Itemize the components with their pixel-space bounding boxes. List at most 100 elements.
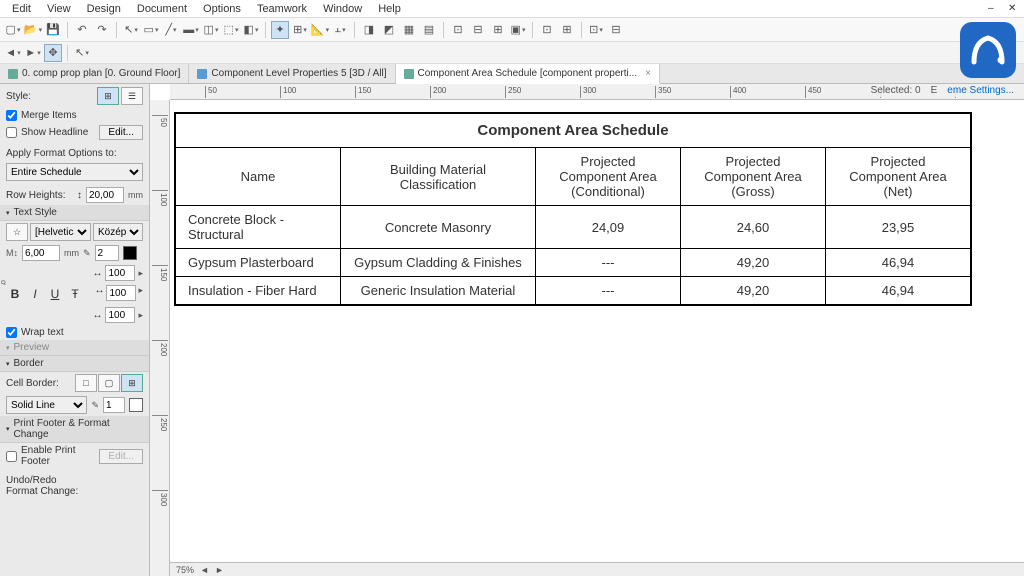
col-net[interactable]: Projected Component Area (Net) (826, 148, 971, 206)
editable-label: E (931, 85, 938, 96)
save-button[interactable]: 💾 (44, 21, 62, 39)
wrap-checkbox[interactable] (6, 327, 17, 338)
vertical-ruler: 50100150200250300 (150, 100, 170, 576)
close-button[interactable]: ✕ (1000, 1, 1020, 16)
menu-edit[interactable]: Edit (4, 1, 39, 17)
tool-o[interactable]: ⊟ (607, 21, 625, 39)
measure-button[interactable]: 📐 (311, 21, 329, 39)
menu-help[interactable]: Help (370, 1, 409, 17)
redo-button[interactable]: ↷ (93, 21, 111, 39)
nav-fwd[interactable]: ► (24, 44, 42, 62)
merge-label: Merge Items (21, 110, 143, 121)
marquee-tool[interactable]: ▭ (142, 21, 160, 39)
tab-plan[interactable]: 0. comp prop plan [0. Ground Floor] (0, 64, 189, 83)
undo-button[interactable]: ↶ (73, 21, 91, 39)
tool-i[interactable]: ⊟ (469, 21, 487, 39)
tool-f[interactable]: ▦ (400, 21, 418, 39)
tool-a[interactable]: ◫ (202, 21, 220, 39)
menu-document[interactable]: Document (129, 1, 195, 17)
tab-label: 0. comp prop plan [0. Ground Floor] (22, 68, 180, 79)
border-outer-icon[interactable]: ▢ (98, 374, 120, 392)
spacing-a[interactable] (105, 265, 135, 281)
nav-left-icon[interactable]: ◄ (200, 565, 209, 575)
col-classification[interactable]: Building Material Classification (341, 148, 536, 206)
tool-h[interactable]: ⊡ (449, 21, 467, 39)
collapsed-panel-icon[interactable]: ơ (0, 280, 8, 285)
menu-teamwork[interactable]: Teamwork (249, 1, 315, 17)
tool-c[interactable]: ◧ (242, 21, 260, 39)
footer-header[interactable]: Print Footer & Format Change (0, 416, 149, 443)
arrow-tool[interactable]: ↖ (73, 44, 91, 62)
tab-schedule[interactable]: Component Area Schedule [component prope… (396, 64, 660, 84)
menu-options[interactable]: Options (195, 1, 249, 17)
preview-header[interactable]: Preview (0, 340, 149, 356)
nav-right-icon[interactable]: ► (215, 565, 224, 575)
settings-link[interactable]: eme Settings... (947, 85, 1014, 96)
close-icon[interactable]: × (645, 68, 651, 79)
menu-design[interactable]: Design (79, 1, 129, 17)
color-swatch[interactable] (123, 246, 137, 260)
cursor-tool[interactable]: ↖ (122, 21, 140, 39)
spacing-c[interactable] (105, 307, 135, 323)
new-button[interactable]: ▢ (4, 21, 22, 39)
minimize-button[interactable]: – (980, 1, 1000, 16)
tool-k[interactable]: ▣ (509, 21, 527, 39)
tool-j[interactable]: ⊞ (489, 21, 507, 39)
col-conditional[interactable]: Projected Component Area (Conditional) (536, 148, 681, 206)
menu-view[interactable]: View (39, 1, 79, 17)
style-list-icon[interactable]: ☰ (121, 87, 143, 105)
main-toolbar: ▢ 📂 💾 ↶ ↷ ↖ ▭ ╱ ▬ ◫ ⬚ ◧ ✦ ⊞ 📐 ⫠ ◨ ◩ ▦ ▤ … (0, 18, 1024, 42)
linestyle-select[interactable]: Solid Line (6, 396, 87, 414)
border-none-icon[interactable]: □ (75, 374, 97, 392)
linepen-input[interactable] (103, 397, 125, 413)
tool-e[interactable]: ◩ (380, 21, 398, 39)
fontsize-input[interactable] (22, 245, 60, 261)
align-button[interactable]: ⫠ (331, 21, 349, 39)
linecolor-swatch[interactable] (129, 398, 143, 412)
height-icon: ↕ (77, 190, 82, 201)
favorite-icon[interactable]: ☆ (6, 223, 28, 241)
snap-button[interactable]: ✦ (271, 21, 289, 39)
footer-checkbox[interactable] (6, 451, 17, 462)
nav-back[interactable]: ◄ (4, 44, 22, 62)
col-gross[interactable]: Projected Component Area (Gross) (681, 148, 826, 206)
spacing-b[interactable] (106, 285, 136, 301)
underline-button[interactable]: U (46, 285, 64, 303)
edit-headline-button[interactable]: Edit... (99, 125, 143, 140)
undoredo-label: Undo/Redo Format Change: (6, 475, 143, 497)
tool-b[interactable]: ⬚ (222, 21, 240, 39)
cursor-icon[interactable]: ✥ (44, 44, 62, 62)
italic-button[interactable]: I (26, 285, 44, 303)
open-button[interactable]: 📂 (24, 21, 42, 39)
border-all-icon[interactable]: ⊞ (121, 374, 143, 392)
menubar: Edit View Design Document Options Teamwo… (0, 0, 1024, 18)
merge-checkbox[interactable] (6, 110, 17, 121)
tool-n[interactable]: ⊡ (587, 21, 605, 39)
encoding-select[interactable]: Közép...opai (93, 223, 143, 241)
rowheights-input[interactable] (86, 187, 124, 203)
grid-button[interactable]: ⊞ (291, 21, 309, 39)
canvas[interactable]: Component Area Schedule Name Building Ma… (170, 100, 1024, 562)
wrap-label: Wrap text (21, 327, 143, 338)
wall-tool[interactable]: ▬ (182, 21, 200, 39)
tool-l[interactable]: ⊡ (538, 21, 556, 39)
tool-m[interactable]: ⊞ (558, 21, 576, 39)
border-header[interactable]: Border (0, 356, 149, 372)
col-name[interactable]: Name (176, 148, 341, 206)
tabbar: 0. comp prop plan [0. Ground Floor] Comp… (0, 64, 1024, 84)
tool-d[interactable]: ◨ (360, 21, 378, 39)
style-grid-icon[interactable]: ⊞ (97, 87, 119, 105)
apply-select[interactable]: Entire Schedule (6, 163, 143, 181)
pen-input[interactable] (95, 245, 119, 261)
tool-g[interactable]: ▤ (420, 21, 438, 39)
tab-3d[interactable]: Component Level Properties 5 [3D / All] (189, 64, 395, 83)
line-tool[interactable]: ╱ (162, 21, 180, 39)
strike-button[interactable]: Ŧ (66, 285, 84, 303)
font-select[interactable]: [Helvetica Neue] (30, 223, 91, 241)
table-row: Insulation - Fiber Hard Generic Insulati… (176, 277, 971, 305)
bold-button[interactable]: B (6, 285, 24, 303)
textstyle-header[interactable]: Text Style (0, 205, 149, 221)
zoom-level[interactable]: 75% (176, 565, 194, 575)
headline-checkbox[interactable] (6, 127, 17, 138)
menu-window[interactable]: Window (315, 1, 370, 17)
